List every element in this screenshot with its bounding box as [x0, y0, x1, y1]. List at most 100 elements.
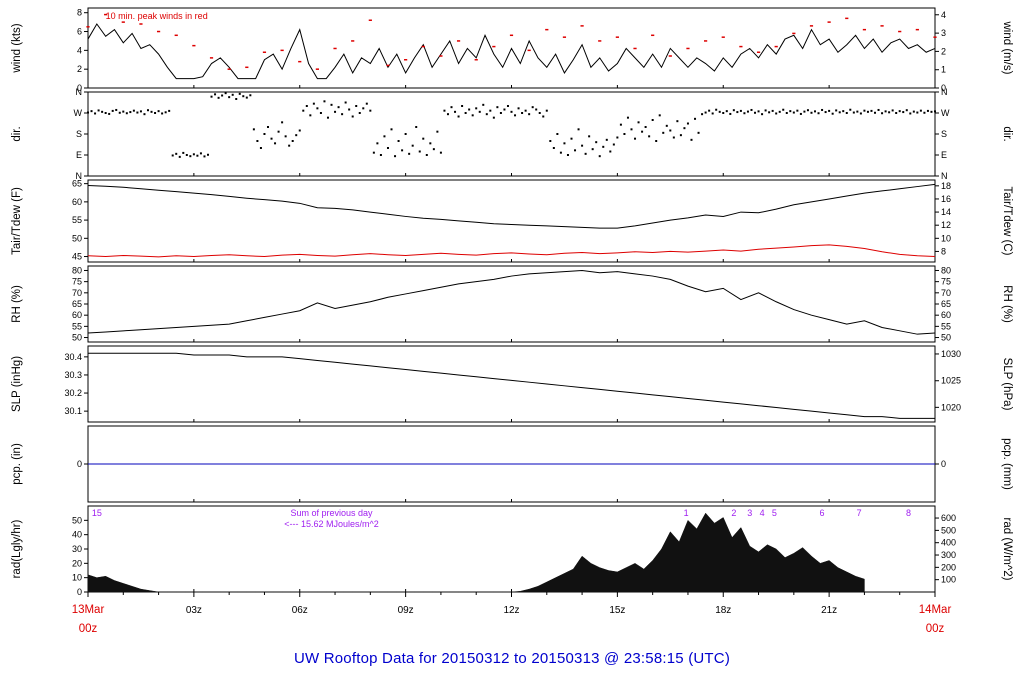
panel-wind: 0246801234wind (kts) wind (m/s)10 min. pe… [11, 7, 1013, 93]
wind-right-tick-label: 4 [941, 10, 946, 20]
wind-direction-scatter [715, 108, 718, 111]
wind-direction-scatter [634, 137, 637, 140]
wind-direction-scatter [655, 140, 658, 142]
rh-right-tick-label: 55 [941, 321, 951, 331]
wind-direction-scatter [369, 109, 372, 112]
wind-direction-scatter [609, 150, 612, 153]
panel-dir: NWSENNWSENdir. dir. [11, 87, 1013, 181]
wind-direction-scatter [415, 126, 418, 128]
slp-line [88, 352, 935, 419]
wind-direction-scatter [574, 149, 577, 152]
wind-direction-scatter [425, 154, 428, 156]
wind-direction-scatter [390, 128, 393, 131]
wind-direction-scatter [489, 109, 492, 112]
panel-rad: 0 10 20 30 40 50 100 200 300 400 500 600 rad(Lgly/hr… [11, 505, 1013, 597]
tair-left-tick-label: 50 [72, 233, 82, 243]
wind-direction-scatter [503, 108, 506, 111]
wind-direction-scatter [418, 150, 421, 153]
wind-direction-scatter [143, 113, 146, 116]
pcp-axis-label-right: pcp. (mm) [1001, 438, 1013, 490]
wind-direction-scatter [157, 110, 160, 113]
wind-direction-scatter [492, 116, 495, 119]
wind-direction-scatter [821, 108, 824, 111]
wind-direction-scatter [785, 112, 788, 114]
wind-direction-scatter [199, 152, 202, 155]
wind-direction-scatter [570, 137, 573, 140]
wind-direction-scatter [549, 140, 552, 142]
wind-direction-scatter [669, 129, 672, 132]
rad-annotation: 4 [760, 508, 765, 518]
slp-right-tick-label: 1030 [941, 349, 961, 359]
wind-direction-scatter [743, 112, 746, 115]
wind-direction-scatter [658, 114, 661, 117]
wind-direction-scatter [249, 94, 252, 97]
slp-left-tick-label: 30.4 [64, 352, 82, 362]
wind-direction-scatter [485, 113, 488, 116]
meteogram-page: 0 2 4 6 8 0 1 2 3 4 wind (kts) wind (m/s) 10 min. pe… [0, 0, 1024, 700]
wind-direction-scatter [351, 115, 354, 118]
wind-direction-scatter [891, 109, 894, 112]
rad-left-tick-label: 30 [72, 544, 82, 554]
wind-direction-scatter [323, 100, 326, 103]
wind-direction-scatter [115, 108, 118, 111]
dir-axis-label-left: dir. [11, 126, 23, 141]
wind-direction-scatter [905, 109, 908, 112]
wind-direction-scatter [538, 112, 541, 114]
wind-direction-scatter [164, 111, 167, 114]
wind-direction-scatter [224, 92, 227, 95]
wind-direction-scatter [863, 109, 866, 112]
wind-direction-scatter [817, 112, 820, 115]
panel-rh: 5055606570758050556065707580RH (%) RH (%) [11, 265, 1013, 342]
wind-direction-scatter [401, 149, 404, 152]
rh-left-tick-label: 50 [72, 333, 82, 343]
wind-direction-scatter [584, 152, 587, 155]
rad-right-tick-label: 300 [941, 550, 956, 560]
rh-right-tick-label: 80 [941, 265, 951, 275]
rad-axis-label-left: rad(Lgly/hr) [11, 519, 23, 578]
wind-direction-scatter [206, 153, 209, 156]
wind-direction-scatter [912, 110, 915, 113]
wind-direction-scatter [577, 128, 580, 131]
wind-direction-scatter [810, 111, 813, 114]
chart-title: UW Rooftop Data for 20150312 to 20150313… [293, 650, 731, 667]
solar-radiation-area [87, 512, 865, 593]
wind-direction-scatter [496, 106, 499, 109]
wind-direction-scatter [672, 136, 675, 139]
wind-direction-scatter [196, 154, 199, 157]
wind-direction-scatter [295, 134, 298, 137]
wind-direction-scatter [326, 116, 329, 119]
wind-direction-scatter [450, 106, 453, 109]
x-tick-label: 18z [715, 605, 731, 616]
wind-direction-scatter [334, 110, 337, 113]
wind-direction-scatter [517, 107, 520, 110]
wind-direction-scatter [711, 112, 714, 115]
wind-direction-scatter [259, 147, 262, 149]
wind-direction-scatter [422, 137, 425, 140]
wind-direction-scatter [881, 112, 884, 115]
wind-direction-scatter [104, 112, 107, 114]
tair-left-tick-label: 45 [72, 252, 82, 262]
wind-direction-scatter [182, 151, 185, 154]
wind-direction-scatter [828, 109, 831, 112]
tair-left-tick-label: 65 [72, 179, 82, 189]
wind-direction-scatter [768, 111, 771, 114]
wind-direction-scatter [429, 142, 432, 145]
x-tick-label: 06z [292, 605, 308, 616]
wind-direction-scatter [482, 103, 485, 106]
wind-direction-scatter [729, 112, 732, 115]
start-date-label: 13Mar [72, 604, 105, 616]
wind-direction-scatter [443, 109, 446, 112]
pcp-axis-label-left: pcp. (in) [11, 443, 23, 485]
wind-direction-scatter [90, 110, 93, 113]
wind-direction-scatter [665, 124, 668, 127]
rh-right-tick-label: 60 [941, 310, 951, 320]
wind-direction-scatter [588, 135, 591, 138]
wind-direction-scatter [125, 112, 128, 115]
wind-direction-scatter [874, 111, 877, 114]
wind-direction-scatter [341, 113, 344, 116]
wind-direction-scatter [302, 109, 305, 112]
wind-direction-scatter [630, 128, 633, 131]
slp-right-tick-label: 1025 [941, 376, 961, 386]
wind-direction-scatter [683, 127, 686, 130]
wind-direction-scatter [623, 133, 626, 135]
